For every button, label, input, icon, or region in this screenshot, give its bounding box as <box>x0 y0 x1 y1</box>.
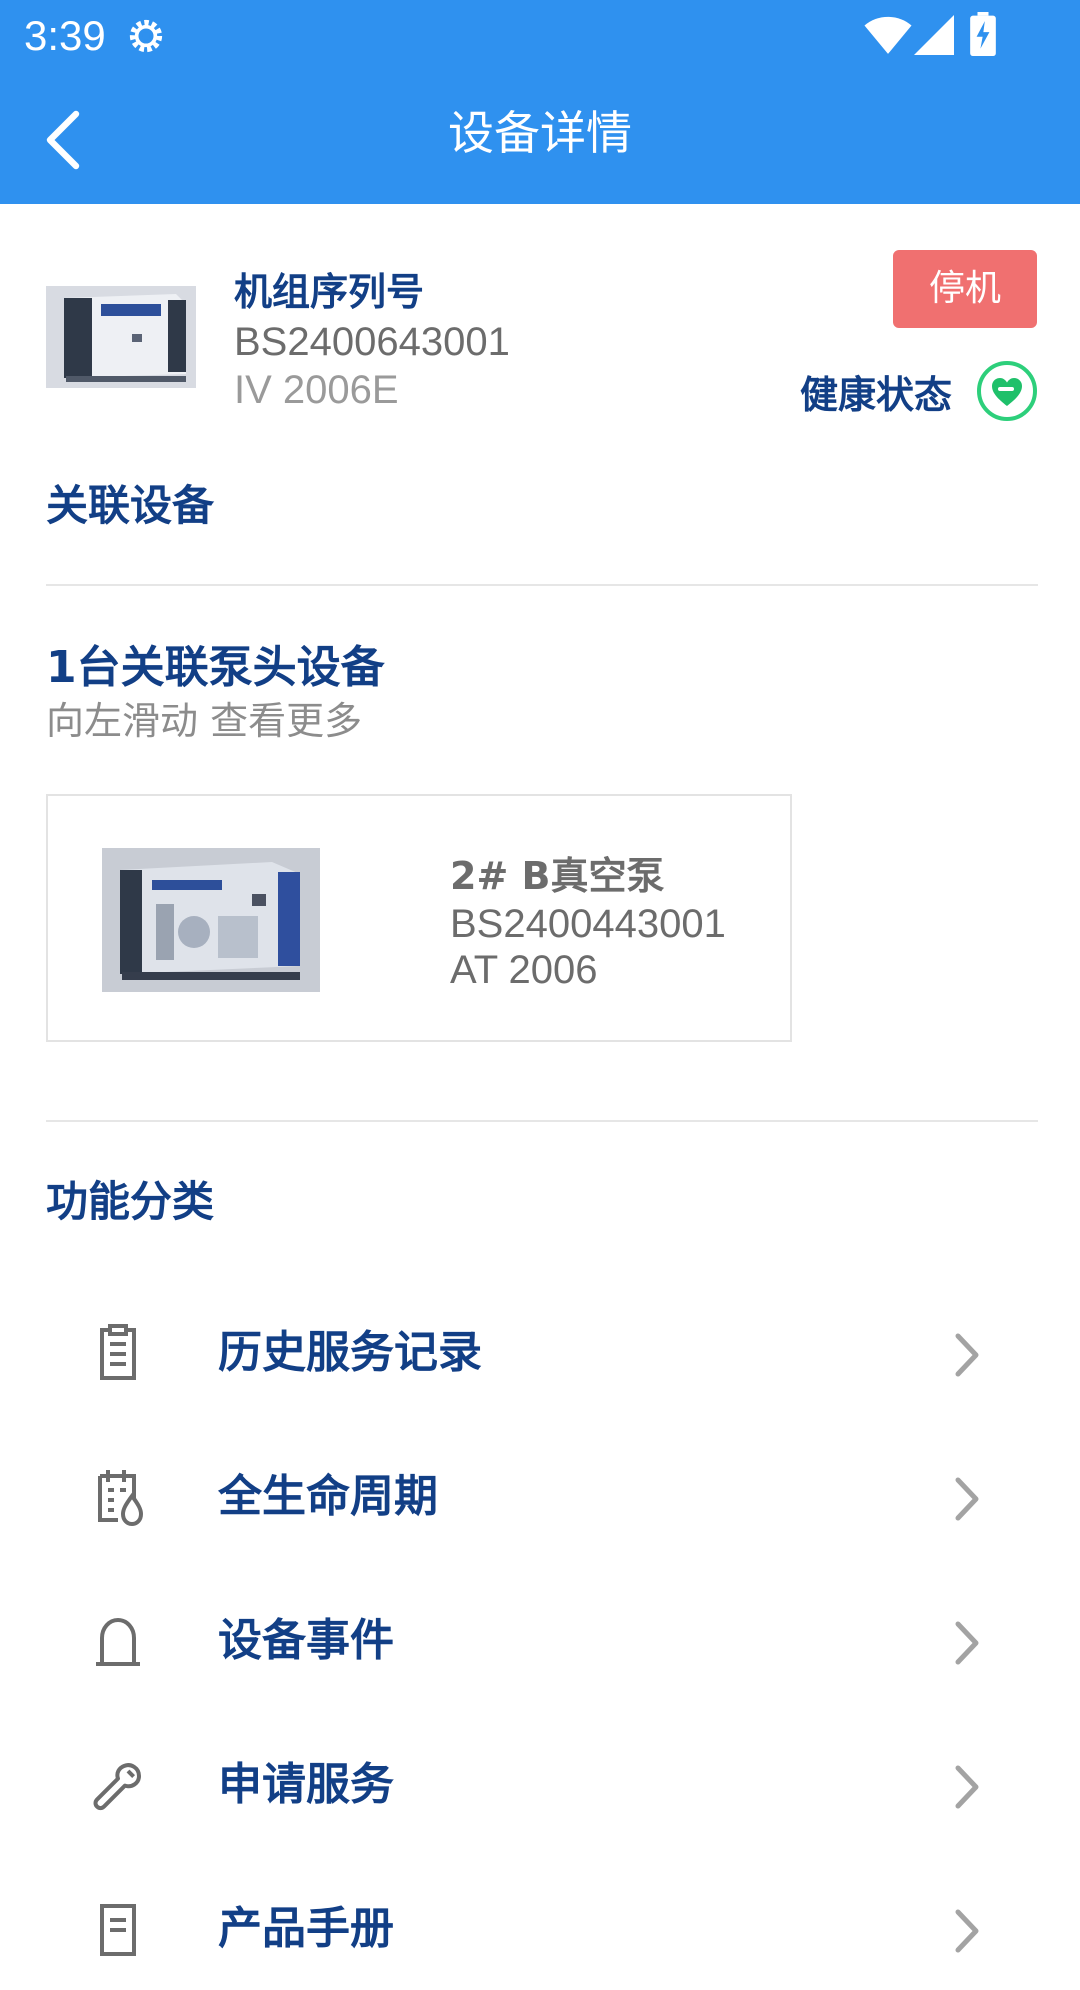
app-bar: 设备详情 <box>0 72 1080 204</box>
battery-charging-icon <box>970 12 996 56</box>
chevron-right-icon <box>955 1477 979 1521</box>
pump-serial: BS2400443001 <box>450 902 726 946</box>
device-serial-label: 机组序列号 <box>234 270 425 314</box>
chevron-right-icon <box>955 1621 979 1665</box>
divider <box>46 1120 1038 1122</box>
health-label: 健康状态 <box>800 373 953 417</box>
pump-name: 2# B真空泵 <box>450 854 665 898</box>
divider <box>46 584 1038 586</box>
menu-item-label: 申请服务 <box>218 1759 394 1810</box>
wrench-icon <box>93 1763 141 1811</box>
device-model: IV 2006E <box>234 368 399 412</box>
device-serial: BS2400643001 <box>234 320 510 364</box>
page-title: 设备详情 <box>448 106 632 160</box>
document-icon <box>100 1324 136 1380</box>
device-summary: 机组序列号 BS2400643001 IV 2006E 停机 健康状态 <box>0 204 1080 454</box>
related-section-title: 关联设备 <box>46 481 215 530</box>
bell-icon <box>96 1617 140 1666</box>
chevron-right-icon <box>955 1333 979 1377</box>
chevron-right-icon <box>955 1765 979 1809</box>
manual-icon <box>100 1904 136 1956</box>
menu-item-label: 设备事件 <box>218 1615 394 1666</box>
menu-item-events[interactable]: 设备事件 <box>0 1582 1080 1702</box>
menu-item-product-manual[interactable]: 产品手册 <box>0 1870 1080 1990</box>
pump-image <box>102 848 320 992</box>
swipe-hint: 向左滑动 查看更多 <box>46 699 363 743</box>
pump-model: AT 2006 <box>450 948 598 992</box>
related-count: 1台关联泵头设备 <box>46 642 385 693</box>
status-time: 3:39 <box>24 12 106 59</box>
heart-icon <box>977 361 1037 421</box>
status-bar: 3:39 <box>0 0 1080 72</box>
menu-item-lifecycle[interactable]: 全生命周期 <box>0 1438 1080 1558</box>
status-badge: 停机 <box>893 250 1037 328</box>
functions-section-title: 功能分类 <box>46 1177 215 1226</box>
calendar-drop-icon <box>98 1470 144 1527</box>
menu-item-history[interactable]: 历史服务记录 <box>0 1294 1080 1414</box>
gear-icon <box>129 19 163 53</box>
menu-item-label: 全生命周期 <box>218 1471 438 1522</box>
menu-item-label: 产品手册 <box>218 1903 394 1954</box>
menu-item-label: 历史服务记录 <box>218 1327 482 1378</box>
signal-icon <box>914 15 954 55</box>
wifi-icon <box>864 16 912 54</box>
pump-card[interactable]: 2# B真空泵 BS2400443001 AT 2006 <box>46 794 792 1042</box>
chevron-right-icon <box>955 1909 979 1953</box>
device-image <box>46 286 196 388</box>
menu-item-request-service[interactable]: 申请服务 <box>0 1726 1080 1846</box>
